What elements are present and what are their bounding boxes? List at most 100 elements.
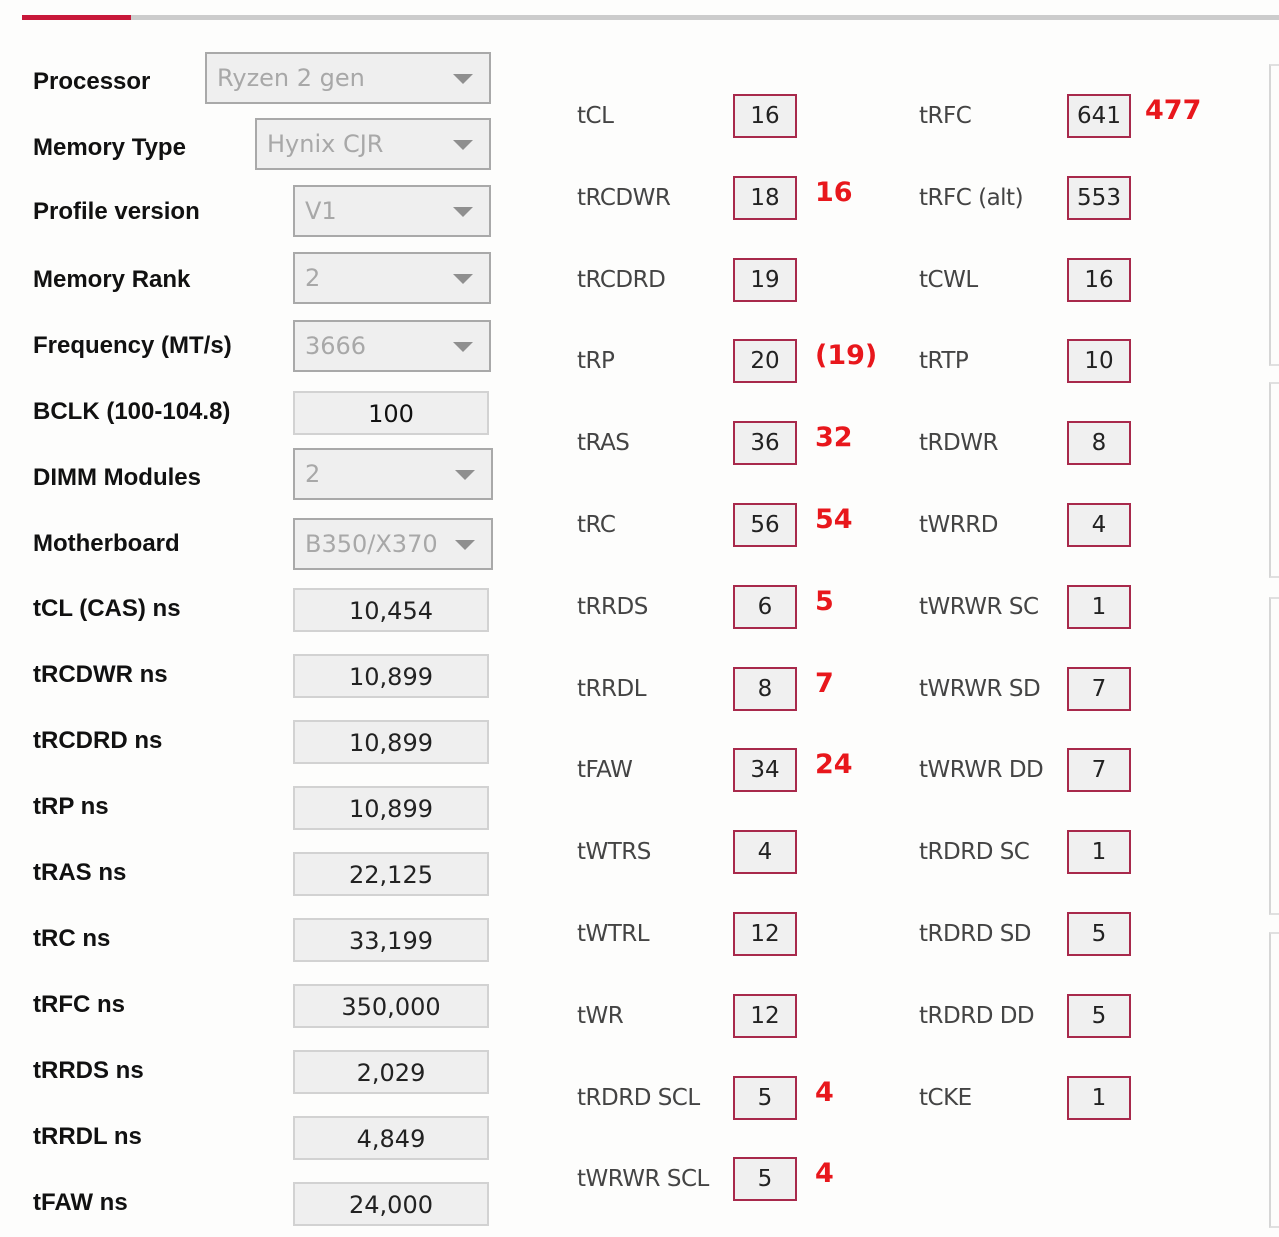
timing-value-trdrd-dd[interactable]: 5	[1067, 994, 1131, 1038]
timing-value-trp[interactable]: 20	[733, 339, 797, 383]
bclk-input[interactable]: 100	[293, 391, 489, 435]
processor-value: Ryzen 2 gen	[217, 64, 365, 92]
trc-ns-label: tRC ns	[33, 925, 111, 952]
timing-value-tras[interactable]: 36	[733, 421, 797, 465]
memory-rank-value: 2	[305, 264, 321, 292]
suggested-value-annotation: 7	[815, 668, 834, 699]
memory-type-value: Hynix CJR	[267, 130, 384, 158]
timing-label: tCWL	[919, 267, 978, 293]
suggested-value-annotation: 4	[815, 1077, 834, 1108]
tfaw-ns-value: 24,000	[293, 1182, 489, 1226]
timing-label: tWRWR SCL	[577, 1166, 709, 1192]
profile-version-label: Profile version	[33, 198, 200, 225]
side-panel-edge	[1269, 382, 1279, 578]
trcdwr-ns-value: 10,899	[293, 654, 489, 698]
timing-value-trdrd-sd[interactable]: 5	[1067, 912, 1131, 956]
timing-label: tRDWR	[919, 430, 998, 456]
tab-indicator-active[interactable]	[22, 15, 131, 20]
dimm-modules-dropdown[interactable]: 2	[293, 448, 493, 500]
trrds-ns-value: 2,029	[293, 1050, 489, 1094]
suggested-value-annotation: 4	[815, 1158, 834, 1189]
memory-type-dropdown[interactable]: Hynix CJR	[255, 118, 491, 170]
timing-label: tCL	[577, 103, 614, 129]
timing-value-trfc[interactable]: 641	[1067, 94, 1131, 138]
trrdl-ns-label: tRRDL ns	[33, 1123, 142, 1150]
timing-value-twrwr-dd[interactable]: 7	[1067, 748, 1131, 792]
timing-value-trfc-alt[interactable]: 553	[1067, 176, 1131, 220]
side-panel-edge	[1269, 64, 1279, 366]
frequency-dropdown[interactable]: 3666	[293, 320, 491, 372]
timing-value-trcdrd[interactable]: 19	[733, 258, 797, 302]
tcl-cas-ns-value: 10,454	[293, 588, 489, 632]
timing-value-twrwr-sd[interactable]: 7	[1067, 667, 1131, 711]
trcdwr-ns-label: tRCDWR ns	[33, 661, 168, 688]
suggested-value-annotation: 477	[1145, 95, 1202, 126]
trp-ns-value: 10,899	[293, 786, 489, 830]
timing-value-trc[interactable]: 56	[733, 503, 797, 547]
motherboard-value: B350/X370	[305, 530, 438, 558]
processor-dropdown[interactable]: Ryzen 2 gen	[205, 52, 491, 104]
timing-value-twtrs[interactable]: 4	[733, 830, 797, 874]
timing-label: tWTRS	[577, 839, 651, 865]
timing-value-trrds[interactable]: 6	[733, 585, 797, 629]
memory-rank-label: Memory Rank	[33, 266, 191, 293]
timing-value-tcke[interactable]: 1	[1067, 1076, 1131, 1120]
tcl-cas-ns-label: tCL (CAS) ns	[33, 595, 181, 622]
profile-version-dropdown[interactable]: V1	[293, 185, 491, 237]
timing-label: tWRWR SD	[919, 676, 1041, 702]
timing-value-tcwl[interactable]: 16	[1067, 258, 1131, 302]
timing-value-trcdwr[interactable]: 18	[733, 176, 797, 220]
trfc-ns-label: tRFC ns	[33, 991, 125, 1018]
chevron-down-icon	[453, 207, 473, 217]
timing-value-twtrl[interactable]: 12	[733, 912, 797, 956]
tfaw-ns-label: tFAW ns	[33, 1189, 128, 1216]
memory-rank-dropdown[interactable]: 2	[293, 252, 491, 304]
suggested-value-annotation: 24	[815, 749, 853, 780]
timing-label: tWRRD	[919, 512, 998, 538]
motherboard-label: Motherboard	[33, 530, 180, 557]
motherboard-dropdown[interactable]: B350/X370	[293, 518, 493, 570]
suggested-value-annotation: 32	[815, 422, 853, 453]
timing-value-tfaw[interactable]: 34	[733, 748, 797, 792]
timing-value-trdrd-sc[interactable]: 1	[1067, 830, 1131, 874]
memory-type-label: Memory Type	[33, 134, 186, 161]
trc-ns-value: 33,199	[293, 918, 489, 962]
trp-ns-label: tRP ns	[33, 793, 109, 820]
timing-value-twr[interactable]: 12	[733, 994, 797, 1038]
tras-ns-label: tRAS ns	[33, 859, 127, 886]
timing-value-tcl[interactable]: 16	[733, 94, 797, 138]
timing-label: tWRWR DD	[919, 757, 1044, 783]
trcdrd-ns-label: tRCDRD ns	[33, 727, 163, 754]
timing-value-twrrd[interactable]: 4	[1067, 503, 1131, 547]
chevron-down-icon	[455, 540, 475, 550]
chevron-down-icon	[455, 470, 475, 480]
timing-label: tWR	[577, 1003, 624, 1029]
timing-label: tRDRD SCL	[577, 1085, 700, 1111]
timing-label: tRRDS	[577, 594, 648, 620]
suggested-value-annotation: 5	[815, 586, 834, 617]
timing-label: tRFC (alt)	[919, 185, 1024, 211]
timing-label: tRRDL	[577, 676, 647, 702]
timing-value-trdwr[interactable]: 8	[1067, 421, 1131, 465]
tras-ns-value: 22,125	[293, 852, 489, 896]
timing-value-trtp[interactable]: 10	[1067, 339, 1131, 383]
timing-label: tRDRD DD	[919, 1003, 1035, 1029]
timing-value-twrwr-sc[interactable]: 1	[1067, 585, 1131, 629]
processor-label: Processor	[33, 68, 151, 95]
timing-label: tCKE	[919, 1085, 972, 1111]
timing-value-trrdl[interactable]: 8	[733, 667, 797, 711]
timing-label: tRTP	[919, 348, 969, 374]
timing-label: tWTRL	[577, 921, 650, 947]
timing-label: tFAW	[577, 757, 633, 783]
chevron-down-icon	[453, 342, 473, 352]
side-panel-edge	[1269, 932, 1279, 1228]
tab-indicator-track	[22, 15, 1279, 20]
frequency-label: Frequency (MT/s)	[33, 332, 232, 359]
timing-label: tRAS	[577, 430, 630, 456]
suggested-value-annotation: 16	[815, 177, 853, 208]
trrds-ns-label: tRRDS ns	[33, 1057, 144, 1084]
dimm-modules-value: 2	[305, 460, 321, 488]
trcdrd-ns-value: 10,899	[293, 720, 489, 764]
timing-value-twrwr-scl[interactable]: 5	[733, 1157, 797, 1201]
timing-value-trdrd-scl[interactable]: 5	[733, 1076, 797, 1120]
